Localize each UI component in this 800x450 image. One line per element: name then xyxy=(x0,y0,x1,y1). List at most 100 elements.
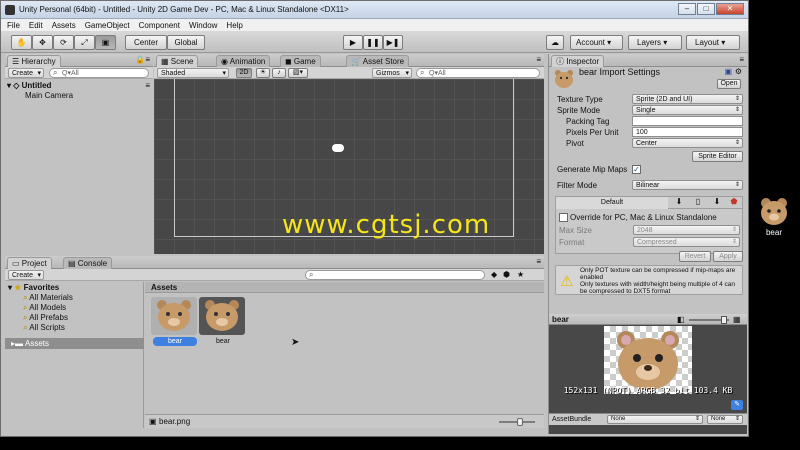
desktop-bear-file[interactable]: bear xyxy=(757,196,791,240)
console-tab-label: Console xyxy=(77,259,108,268)
tab-inspector[interactable]: ⓘ Inspector xyxy=(551,55,605,67)
hierarchy-item-main-camera[interactable]: Main Camera xyxy=(25,91,73,100)
platform-tab-standalone-icon[interactable]: ⬇ xyxy=(671,197,687,209)
filter-by-label-icon[interactable]: ⬢ xyxy=(503,270,510,279)
sprite-mode-dropdown[interactable]: Single xyxy=(632,105,743,115)
thumbnail-size-slider[interactable] xyxy=(499,418,535,426)
platform-tab-mobile-icon[interactable]: ▯ xyxy=(690,197,706,209)
inspector-menu-icon[interactable]: ≡ xyxy=(739,55,744,64)
pause-button[interactable]: ❚❚ xyxy=(363,35,383,50)
asset-item[interactable]: bear xyxy=(199,297,247,355)
hierarchy-create-dropdown[interactable]: Create xyxy=(8,68,44,79)
play-button[interactable]: ▶ xyxy=(343,35,363,50)
filter-mode-dropdown[interactable]: Bilinear xyxy=(632,180,743,190)
assetbundle-dropdown[interactable]: None xyxy=(607,415,703,424)
scene-menu-icon[interactable]: ≡ xyxy=(145,81,150,90)
help-book-icon[interactable]: ▣ xyxy=(724,67,732,76)
assets-root-item[interactable]: ▸▬ Assets xyxy=(5,338,144,349)
scene-panel-menu-icon[interactable]: ≡ xyxy=(536,55,541,64)
pivot-center-button[interactable]: Center xyxy=(125,35,167,50)
menu-file[interactable]: File xyxy=(7,21,20,30)
menu-edit[interactable]: Edit xyxy=(29,21,43,30)
project-search-input[interactable] xyxy=(305,270,485,280)
asset-item[interactable]: bear xyxy=(151,297,199,355)
tab-console[interactable]: ▤ Console xyxy=(63,257,113,269)
audio-toggle-icon[interactable]: ♪ xyxy=(272,68,286,78)
favorite-all-materials[interactable]: ⌕ All Materials xyxy=(23,293,73,303)
scene-viewport[interactable]: www.cgtsj.com xyxy=(154,79,544,254)
platform-tab-default[interactable]: Default xyxy=(556,197,668,209)
account-dropdown[interactable]: Account ▾ xyxy=(570,35,623,50)
rotate-tool-button[interactable]: ⟳ xyxy=(53,35,74,50)
layout-dropdown[interactable]: Layout ▾ xyxy=(686,35,740,50)
layers-dropdown[interactable]: Layers ▾ xyxy=(628,35,682,50)
assetbundle-variant-dropdown[interactable]: None xyxy=(707,415,743,424)
move-tool-button[interactable]: ✥ xyxy=(32,35,53,50)
open-button[interactable]: Open xyxy=(717,79,741,89)
close-button[interactable]: ✕ xyxy=(716,3,744,15)
cloud-icon[interactable]: ☁ xyxy=(546,35,564,50)
hierarchy-search-input[interactable]: Q▾All xyxy=(49,68,149,78)
favorites-star-icon[interactable]: ★ xyxy=(517,270,524,279)
menu-component[interactable]: Component xyxy=(139,21,180,30)
tab-asset-store[interactable]: 🛒 Asset Store xyxy=(346,55,410,67)
scene-search-input[interactable]: Q▾All xyxy=(416,68,540,78)
favorite-all-prefabs[interactable]: ⌕ All Prefabs xyxy=(23,313,68,323)
space-global-button[interactable]: Global xyxy=(167,35,205,50)
effects-toggle-icon[interactable]: ▧▾ xyxy=(288,68,308,78)
layout-label: Layout xyxy=(695,38,720,47)
generate-mipmaps-checkbox[interactable]: ✓ xyxy=(632,165,641,174)
settings-gear-icon[interactable]: ⚙ xyxy=(735,67,742,76)
tab-game[interactable]: ◼ Game xyxy=(280,55,321,67)
breadcrumb-assets[interactable]: Assets xyxy=(151,283,177,292)
project-panel-menu-icon[interactable]: ≡ xyxy=(536,257,541,266)
max-size-dropdown[interactable]: 2048 xyxy=(633,225,740,235)
texture-type-dropdown[interactable]: Sprite (2D and UI) xyxy=(632,94,743,104)
sprite-editor-button[interactable]: Sprite Editor xyxy=(692,151,743,162)
scene-root-item[interactable]: ▾ ◇ Untitled xyxy=(7,81,51,90)
panel-menu-icon[interactable]: 🔒≡ xyxy=(135,55,150,64)
menu-help[interactable]: Help xyxy=(226,21,242,30)
filter-by-type-icon[interactable]: ◆ xyxy=(491,270,497,279)
camera-gizmo-icon[interactable] xyxy=(332,144,344,152)
pixels-per-unit-input[interactable]: 100 xyxy=(632,127,743,137)
maximize-button[interactable]: □ xyxy=(697,3,715,15)
platform-tab-download-icon[interactable]: ⬇ xyxy=(709,197,725,209)
shading-mode-dropdown[interactable]: Shaded xyxy=(157,68,229,79)
menu-window[interactable]: Window xyxy=(189,21,217,30)
tab-hierarchy[interactable]: ☰ Hierarchy xyxy=(7,55,61,67)
asset-label-tag-icon[interactable]: ✎ xyxy=(731,400,743,410)
menu-assets[interactable]: Assets xyxy=(52,21,76,30)
tab-scene[interactable]: ▦ Scene xyxy=(156,55,199,67)
mip-slider[interactable] xyxy=(689,316,729,324)
favorite-all-scripts[interactable]: ⌕ All Scripts xyxy=(23,323,65,333)
revert-button[interactable]: Revert xyxy=(679,251,711,262)
lighting-toggle-icon[interactable]: ☀ xyxy=(256,68,270,78)
packing-tag-input[interactable] xyxy=(632,116,743,126)
sprite-mode-label: Sprite Mode xyxy=(557,106,601,115)
rect-tool-button[interactable]: ▣ xyxy=(95,35,116,50)
scale-tool-button[interactable]: ⤢ xyxy=(74,35,95,50)
tab-project[interactable]: ▭ Project xyxy=(7,257,52,269)
apply-button[interactable]: Apply xyxy=(713,251,743,262)
alpha-toggle-icon[interactable]: ◧ xyxy=(677,315,685,324)
asset-thumbnail xyxy=(151,297,197,335)
gizmos-dropdown[interactable]: Gizmos xyxy=(372,68,412,79)
favorites-header[interactable]: ▾ ★ Favorites xyxy=(8,283,59,292)
minimize-button[interactable]: – xyxy=(678,3,696,15)
format-dropdown[interactable]: Compressed xyxy=(633,237,740,247)
hand-tool-button[interactable]: ✋ xyxy=(11,35,32,50)
pivot-dropdown[interactable]: Center xyxy=(632,138,743,148)
menu-gameobject[interactable]: GameObject xyxy=(85,21,130,30)
favorite-all-models[interactable]: ⌕ All Models xyxy=(23,303,66,313)
asset-label: bear xyxy=(215,338,230,345)
project-create-dropdown[interactable]: Create xyxy=(8,270,44,281)
platform-tab-html5-icon[interactable]: ⬟ xyxy=(726,197,742,209)
mip-slider-handle[interactable] xyxy=(721,316,727,324)
tab-animation[interactable]: ◉ Animation xyxy=(216,55,271,67)
checker-toggle-icon[interactable]: ▦ xyxy=(733,315,741,324)
step-button[interactable]: ▶❚ xyxy=(383,35,403,50)
slider-handle[interactable] xyxy=(517,418,523,426)
override-checkbox[interactable] xyxy=(559,213,568,222)
2d-mode-toggle[interactable]: 2D xyxy=(236,68,252,78)
